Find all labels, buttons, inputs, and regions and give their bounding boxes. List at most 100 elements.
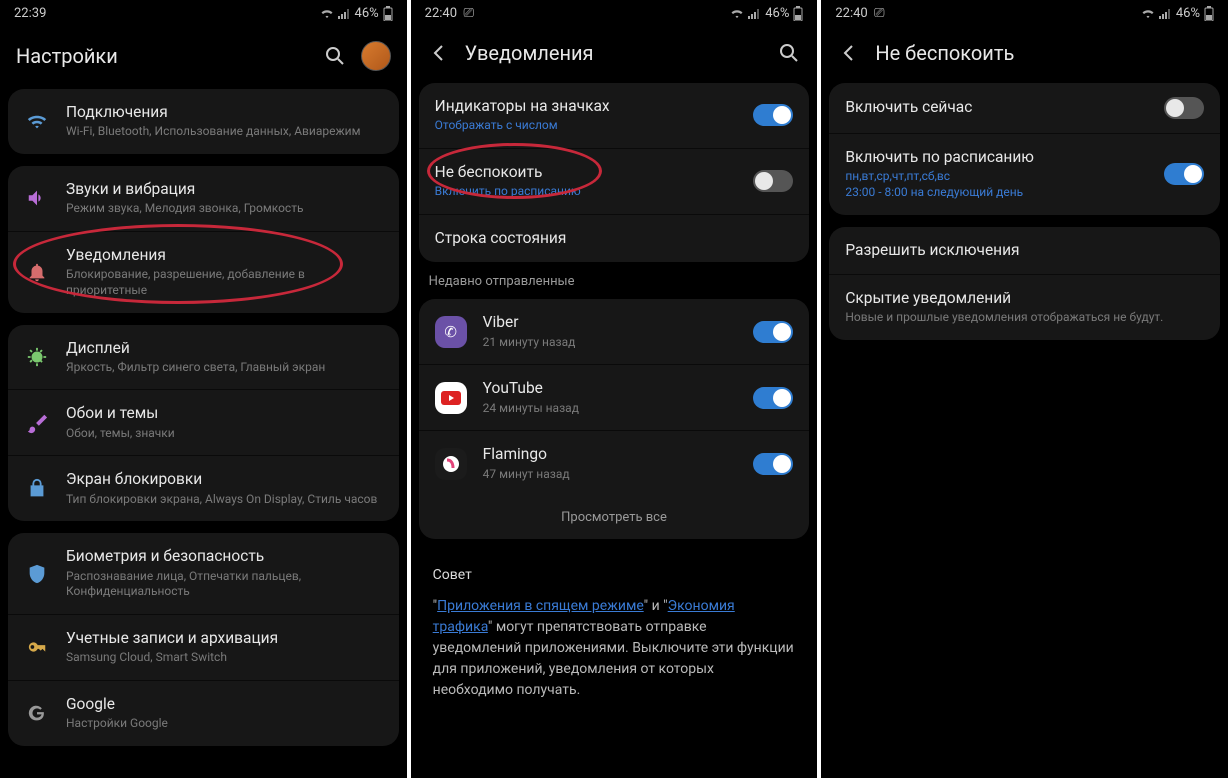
toggle[interactable]	[753, 170, 793, 192]
tip-body: "Приложения в спящем режиме" и "Экономия…	[433, 596, 796, 701]
settings-row[interactable]: Включить сейчас	[829, 83, 1220, 133]
view-all-button[interactable]: Просмотреть все	[419, 496, 810, 539]
settings-row[interactable]: ✆ Viber21 минуту назад	[419, 299, 810, 364]
key-icon	[24, 634, 50, 660]
settings-row[interactable]: Экран блокировки Тип блокировки экрана, A…	[8, 455, 399, 521]
search-icon[interactable]	[323, 44, 347, 68]
page-title: Настройки	[16, 44, 309, 68]
row-title: Строка состояния	[435, 229, 794, 248]
speaker-icon	[24, 185, 50, 211]
toggle[interactable]	[1164, 163, 1204, 185]
row-title: Google	[66, 695, 383, 714]
tip-link-1[interactable]: Приложения в спящем режиме	[437, 598, 644, 614]
row-title: Включить сейчас	[845, 98, 1148, 117]
row-title: Обои и темы	[66, 404, 383, 423]
settings-row[interactable]: Не беспокоитьВключить по расписанию	[419, 148, 810, 214]
settings-row[interactable]: Строка состояния	[419, 214, 810, 262]
app-icon-flamingo	[435, 448, 467, 480]
settings-group: Дисплей Яркость, Фильтр синего света, Гла…	[8, 325, 399, 522]
row-title: Звуки и вибрация	[66, 180, 383, 199]
google-icon	[24, 700, 50, 726]
sun-icon	[24, 344, 50, 370]
row-text: Скрытие уведомленийНовые и прошлые уведо…	[845, 289, 1204, 326]
settings-row[interactable]: Скрытие уведомленийНовые и прошлые уведо…	[829, 274, 1220, 340]
row-text: Экран блокировки Тип блокировки экрана, A…	[66, 470, 383, 507]
row-text: Flamingo 47 минут назад	[483, 445, 738, 482]
status-icons	[730, 8, 761, 20]
header: Не беспокоить	[821, 27, 1228, 83]
settings-row[interactable]: YouTube 24 минуты назад	[419, 364, 810, 430]
row-text: Учетные записи и архивация Samsung Cloud,…	[66, 629, 383, 666]
row-title: Не беспокоить	[435, 163, 738, 182]
row-title: Подключения	[66, 103, 383, 122]
row-text: Строка состояния	[435, 229, 794, 248]
status-bar: 22:40 ⎚ 46%	[821, 0, 1228, 27]
settings-row[interactable]: УведомленияБлокирование, разрешение, доб…	[8, 231, 399, 313]
row-subtitle: Обои, темы, значки	[66, 426, 383, 442]
row-subtitle: Режим звука, Мелодия звонка, Громкость	[66, 201, 383, 217]
settings-group: Звуки и вибрация Режим звука, Мелодия зво…	[8, 166, 399, 313]
page-title: Не беспокоить	[875, 41, 1212, 65]
row-subtitle: Samsung Cloud, Smart Switch	[66, 650, 383, 666]
header: Настройки	[0, 27, 407, 89]
search-icon[interactable]	[777, 41, 801, 65]
row-text: Google Настройки Google	[66, 695, 383, 732]
row-subtitle: 24 минуты назад	[483, 401, 738, 417]
row-subtitle: Яркость, Фильтр синего света, Главный эк…	[66, 360, 383, 376]
settings-row[interactable]: Дисплей Яркость, Фильтр синего света, Гла…	[8, 325, 399, 390]
phone-screen-3: 22:40 ⎚ 46% Не беспокоить Включить сейчас…	[821, 0, 1228, 778]
toggle[interactable]	[753, 321, 793, 343]
avatar[interactable]	[361, 41, 391, 71]
settings-row[interactable]: Включить по расписаниюпн,вт,ср,чт,пт,сб,…	[829, 133, 1220, 215]
settings-row[interactable]: Биометрия и безопасностьРаспознавание ли…	[8, 533, 399, 614]
app-icon-viber: ✆	[435, 316, 467, 348]
row-text: Не беспокоитьВключить по расписанию	[435, 163, 738, 200]
row-subtitle: Настройки Google	[66, 716, 383, 732]
settings-row[interactable]: ПодключенияWi-Fi, Bluetooth, Использован…	[8, 89, 399, 154]
settings-row[interactable]: Учетные записи и архивация Samsung Cloud,…	[8, 614, 399, 680]
row-text: YouTube 24 минуты назад	[483, 379, 738, 416]
row-subtitle: 47 минут назад	[483, 467, 738, 483]
settings-group: Включить сейчас Включить по расписаниюпн…	[829, 83, 1220, 215]
row-text: Обои и темы Обои, темы, значки	[66, 404, 383, 441]
row-text: Включить сейчас	[845, 98, 1148, 117]
toggle[interactable]	[753, 453, 793, 475]
row-subtitle: Блокирование, разрешение, добавление в п…	[66, 267, 383, 298]
settings-row[interactable]: Индикаторы на значках Отображать с числом	[419, 83, 810, 148]
row-text: Включить по расписаниюпн,вт,ср,чт,пт,сб,…	[845, 148, 1148, 201]
row-text: Разрешить исключения	[845, 241, 1204, 260]
row-text: Звуки и вибрация Режим звука, Мелодия зво…	[66, 180, 383, 217]
settings-row[interactable]: Звуки и вибрация Режим звука, Мелодия зво…	[8, 166, 399, 231]
row-title: Экран блокировки	[66, 470, 383, 489]
settings-group: Биометрия и безопасностьРаспознавание ли…	[8, 533, 399, 746]
settings-row[interactable]: Обои и темы Обои, темы, значки	[8, 389, 399, 455]
status-icons	[1141, 8, 1172, 20]
toggle[interactable]	[1164, 97, 1204, 119]
row-title: YouTube	[483, 379, 738, 398]
settings-group: ПодключенияWi-Fi, Bluetooth, Использован…	[8, 89, 399, 154]
settings-row[interactable]: Google Настройки Google	[8, 680, 399, 746]
row-title: Индикаторы на значках	[435, 97, 738, 116]
back-icon[interactable]	[837, 41, 861, 65]
clock: 22:39	[14, 6, 46, 21]
status-bar: 22:40 ⎚ 46%	[411, 0, 818, 27]
row-title: Учетные записи и архивация	[66, 629, 383, 648]
status-bar: 22:39 46%	[0, 0, 407, 27]
row-title: Дисплей	[66, 339, 383, 358]
content: Включить сейчас Включить по расписаниюпн…	[821, 83, 1228, 778]
toggle[interactable]	[753, 387, 793, 409]
page-title: Уведомления	[465, 41, 764, 65]
row-title: Flamingo	[483, 445, 738, 464]
row-text: Индикаторы на значках Отображать с числом	[435, 97, 738, 134]
settings-row[interactable]: Разрешить исключения	[829, 227, 1220, 274]
row-text: Дисплей Яркость, Фильтр синего света, Гла…	[66, 339, 383, 376]
settings-row[interactable]: Flamingo 47 минут назад	[419, 430, 810, 496]
row-subtitle: Отображать с числом	[435, 118, 738, 134]
row-subtitle: Тип блокировки экрана, Always On Display…	[66, 492, 383, 508]
row-title: Биометрия и безопасность	[66, 547, 383, 566]
clock: 22:40 ⎚	[835, 6, 884, 21]
row-title: Скрытие уведомлений	[845, 289, 1204, 308]
row-title: Включить по расписанию	[845, 148, 1148, 167]
toggle[interactable]	[753, 104, 793, 126]
back-icon[interactable]	[427, 41, 451, 65]
